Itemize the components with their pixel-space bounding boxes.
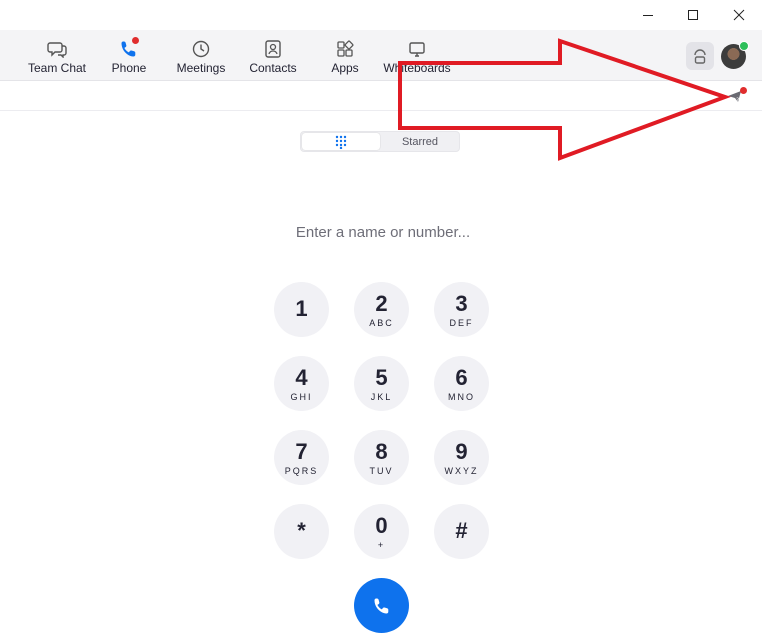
- key-digit: 2: [375, 290, 388, 316]
- key-star[interactable]: *: [274, 504, 329, 559]
- minimize-icon: [643, 15, 653, 16]
- tab-starred[interactable]: Starred: [381, 133, 459, 150]
- key-2[interactable]: 2 ABC: [354, 282, 409, 337]
- key-letters: PQRS: [284, 465, 319, 476]
- contact-card-icon: [263, 39, 283, 59]
- call-button[interactable]: [354, 578, 409, 633]
- key-letters: +: [377, 539, 386, 550]
- key-digit: 0: [375, 512, 388, 538]
- nav-item-whiteboards[interactable]: Whiteboards: [381, 30, 453, 80]
- key-0[interactable]: 0 +: [354, 504, 409, 559]
- key-8[interactable]: 8 TUV: [354, 430, 409, 485]
- key-letters: TUV: [369, 465, 394, 476]
- key-digit: 1: [295, 295, 308, 321]
- phone-icon: [374, 598, 388, 613]
- key-digit: 7: [295, 438, 308, 464]
- key-digit: 8: [375, 438, 388, 464]
- key-letters: GHI: [290, 391, 313, 402]
- key-letters: WXYZ: [444, 465, 479, 476]
- nav-item-meetings[interactable]: Meetings: [172, 30, 230, 80]
- key-digit: 5: [375, 364, 388, 390]
- close-icon: [733, 9, 745, 21]
- key-letters: JKL: [370, 391, 393, 402]
- title-bar: [0, 0, 762, 30]
- key-9[interactable]: 9 WXYZ: [434, 430, 489, 485]
- secondary-bar: ?: [0, 81, 762, 111]
- nav-item-apps[interactable]: Apps: [325, 30, 365, 80]
- feedback-button[interactable]: ?: [726, 87, 747, 104]
- nav-label-team-chat: Team Chat: [27, 61, 87, 75]
- feedback-notification-dot: [740, 87, 747, 94]
- key-7[interactable]: 7 PQRS: [274, 430, 329, 485]
- key-letters: ABC: [369, 317, 394, 328]
- nav-item-team-chat[interactable]: Team Chat: [26, 30, 88, 80]
- nav-label-meetings: Meetings: [176, 61, 226, 75]
- apps-icon: [335, 39, 355, 59]
- clock-icon: [191, 39, 211, 59]
- nav-item-phone[interactable]: Phone: [108, 30, 150, 80]
- key-hash[interactable]: #: [434, 504, 489, 559]
- close-button[interactable]: [716, 0, 762, 30]
- nav-item-contacts[interactable]: Contacts: [246, 30, 300, 80]
- nav-label-phone: Phone: [111, 61, 147, 75]
- nav-label-apps: Apps: [331, 61, 359, 75]
- top-navigation: Team Chat Phone Meetings Contacts Apps W…: [0, 30, 762, 81]
- key-1[interactable]: 1: [274, 282, 329, 337]
- pc-sync-button[interactable]: [686, 42, 714, 70]
- whiteboard-icon: [407, 39, 427, 59]
- key-3[interactable]: 3 DEF: [434, 282, 489, 337]
- key-letters: DEF: [449, 317, 474, 328]
- key-digit: *: [297, 517, 306, 543]
- maximize-button[interactable]: [670, 0, 716, 30]
- key-digit: 3: [455, 290, 468, 316]
- phone-icon: [119, 37, 139, 59]
- chat-icon: [47, 39, 67, 59]
- nav-label-contacts: Contacts: [249, 61, 297, 75]
- key-digit: 4: [295, 364, 308, 390]
- maximize-icon: [688, 10, 698, 20]
- keypad-icon: [335, 135, 347, 149]
- nav-label-whiteboards: Whiteboards: [383, 61, 451, 75]
- svg-text:?: ?: [736, 97, 739, 104]
- key-digit: #: [455, 517, 468, 543]
- key-digit: 9: [455, 438, 468, 464]
- desk-phone-sync-icon: [694, 49, 706, 64]
- key-4[interactable]: 4 GHI: [274, 356, 329, 411]
- key-digit: 6: [455, 364, 468, 390]
- key-letters: MNO: [448, 391, 475, 402]
- dialer-tab-switcher: Starred: [300, 131, 460, 152]
- tab-keypad[interactable]: [302, 133, 380, 150]
- key-5[interactable]: 5 JKL: [354, 356, 409, 411]
- presence-status-dot: [739, 41, 749, 51]
- key-6[interactable]: 6 MNO: [434, 356, 489, 411]
- minimize-button[interactable]: [625, 0, 671, 30]
- dial-number-input[interactable]: [200, 218, 566, 246]
- phone-notification-dot: [132, 37, 139, 44]
